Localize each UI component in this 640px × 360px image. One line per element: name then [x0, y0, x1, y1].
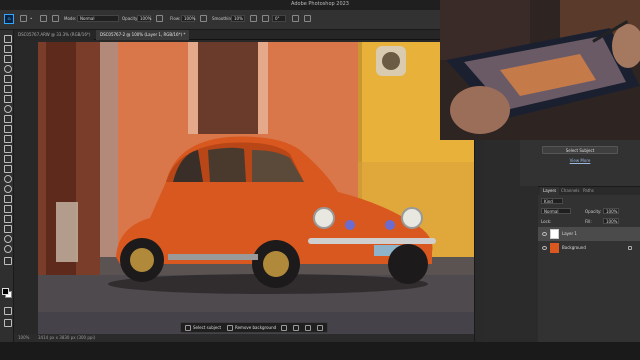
- contextual-task-bar: Select subject Remove background: [180, 322, 328, 333]
- rectangle-tool-icon[interactable]: [3, 224, 12, 233]
- pressure-size-icon[interactable]: [292, 15, 299, 22]
- smoothing-input[interactable]: 10%: [231, 15, 245, 22]
- layer-row-background[interactable]: Background: [538, 241, 640, 255]
- tab-document-2[interactable]: DSC05767-2 @ 100% (Layer 1, RGB/16*) *: [96, 30, 190, 40]
- transform-icon[interactable]: [281, 325, 287, 331]
- layer-blend-row: Normal Opacity: 100%: [541, 208, 637, 215]
- layer-name: Layer 1: [562, 231, 577, 236]
- angle-icon[interactable]: [262, 15, 269, 22]
- fill-input[interactable]: 100%: [603, 218, 619, 224]
- eraser-tool-icon[interactable]: [3, 154, 12, 163]
- select-subject-icon: [185, 325, 191, 331]
- path-selection-tool-icon[interactable]: [3, 214, 12, 223]
- pen-tool-icon[interactable]: [3, 194, 12, 203]
- view-more-link[interactable]: View More: [520, 158, 640, 163]
- mode-select[interactable]: Normal: [77, 15, 119, 22]
- flow-input[interactable]: 100%: [181, 15, 195, 22]
- marquee-tool-icon[interactable]: [3, 54, 12, 63]
- tab-channels[interactable]: Channels: [558, 187, 583, 195]
- hand-tool-icon[interactable]: [3, 234, 12, 243]
- gear-icon[interactable]: [250, 15, 257, 22]
- status-bar: 100% 3414 px x 3830 px (300 ppi): [14, 334, 474, 342]
- photoshop-window: Adobe Photoshop 2023 ⌂ • Mode: Normal Op…: [0, 0, 640, 360]
- layers-panel: Layers Channels Paths Kind Normal Opacit…: [538, 186, 640, 342]
- kind-filter-select[interactable]: Kind: [541, 198, 563, 204]
- flow-label: Flow:: [170, 16, 181, 21]
- visibility-eye-icon[interactable]: [542, 246, 547, 250]
- pressure-opacity-icon[interactable]: [156, 15, 163, 22]
- remove-background-button[interactable]: Remove background: [235, 325, 276, 331]
- brush-tool-icon[interactable]: [3, 124, 12, 133]
- visibility-eye-icon[interactable]: [542, 232, 547, 236]
- brush-settings-icon[interactable]: [40, 15, 47, 22]
- remove-background-icon: [227, 325, 233, 331]
- layer-filter-row: Kind: [541, 198, 637, 205]
- webcam-video-image: [440, 0, 640, 140]
- tools-panel: [0, 30, 14, 342]
- blend-mode-select[interactable]: Normal: [541, 208, 571, 214]
- home-icon[interactable]: ⌂: [4, 14, 14, 24]
- foreground-color-swatch[interactable]: [2, 288, 9, 295]
- brush-size-label[interactable]: •: [30, 16, 32, 21]
- zoom-tool-icon[interactable]: [3, 244, 12, 253]
- select-subject-button[interactable]: Select subject: [193, 325, 221, 331]
- mode-label: Mode:: [64, 16, 77, 21]
- document-tabs: DSC05767.ARW @ 33.3% (RGB/16*) DSC05767-…: [14, 30, 474, 40]
- lock-label: Lock:: [541, 219, 552, 224]
- lock-icon: [628, 246, 632, 250]
- document-dimensions: 3414 px x 3830 px (300 ppi): [38, 335, 96, 340]
- eyedropper-tool-icon[interactable]: [3, 104, 12, 113]
- type-tool-icon[interactable]: [3, 204, 12, 213]
- frame-tool-icon[interactable]: [3, 94, 12, 103]
- angle-input[interactable]: 0°: [272, 15, 286, 22]
- move-tool-icon[interactable]: [3, 34, 12, 43]
- more-options-icon[interactable]: [305, 325, 311, 331]
- properties-panel: Select Subject View More: [520, 140, 640, 186]
- history-brush-tool-icon[interactable]: [3, 144, 12, 153]
- more-tools-icon[interactable]: [3, 256, 12, 265]
- tab-layers[interactable]: Layers: [540, 187, 560, 195]
- photo-vw-beetle: [38, 42, 474, 334]
- dodge-tool-icon[interactable]: [3, 184, 12, 193]
- artboard-tool-icon[interactable]: [3, 44, 12, 53]
- webcam-overlay: [440, 0, 640, 140]
- layer-thumbnail: [550, 243, 559, 253]
- pin-icon[interactable]: [317, 325, 323, 331]
- layer-row-layer-1[interactable]: Layer 1: [538, 227, 640, 241]
- select-subject-panel-button[interactable]: Select Subject: [542, 146, 618, 154]
- layers-panel-tabs: Layers Channels Paths: [538, 187, 640, 195]
- layer-opacity-input[interactable]: 100%: [603, 208, 619, 214]
- fill-label: Fill:: [585, 219, 592, 224]
- tab-paths[interactable]: Paths: [580, 187, 597, 195]
- bottom-edge: [0, 342, 640, 360]
- object-selection-tool-icon[interactable]: [3, 74, 12, 83]
- layer-lock-row: Lock: Fill: 100%: [541, 218, 637, 225]
- screen-mode-icon[interactable]: [3, 318, 12, 327]
- layer-opacity-label: Opacity:: [585, 209, 602, 214]
- symmetry-icon[interactable]: [304, 15, 311, 22]
- adjust-icon[interactable]: [293, 325, 299, 331]
- opacity-label: Opacity:: [122, 16, 139, 21]
- clone-stamp-tool-icon[interactable]: [3, 134, 12, 143]
- layer-name: Background: [562, 245, 586, 250]
- brush-tool-icon[interactable]: [20, 15, 27, 22]
- blur-tool-icon[interactable]: [3, 174, 12, 183]
- gradient-tool-icon[interactable]: [3, 164, 12, 173]
- lasso-tool-icon[interactable]: [3, 64, 12, 73]
- canvas-workspace[interactable]: [14, 40, 474, 334]
- quick-mask-icon[interactable]: [3, 306, 12, 315]
- opacity-input[interactable]: 100%: [137, 15, 151, 22]
- healing-brush-tool-icon[interactable]: [3, 114, 12, 123]
- brush-panel-icon[interactable]: [52, 15, 59, 22]
- tab-document-1[interactable]: DSC05767.ARW @ 33.3% (RGB/16*): [14, 30, 95, 40]
- airbrush-icon[interactable]: [200, 15, 207, 22]
- zoom-level[interactable]: 100%: [18, 334, 29, 342]
- layer-thumbnail: [550, 229, 559, 239]
- document-canvas-image[interactable]: [38, 42, 474, 334]
- crop-tool-icon[interactable]: [3, 84, 12, 93]
